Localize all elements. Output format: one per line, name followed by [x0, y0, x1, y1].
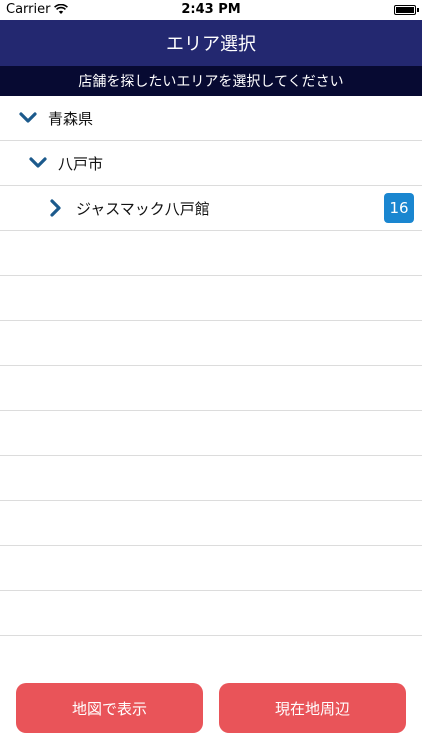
empty-row: [0, 456, 422, 501]
nav-bar: エリア選択: [0, 20, 422, 66]
empty-row: [0, 591, 422, 636]
tree-item-label: ジャスマック八戸館: [76, 199, 210, 218]
battery-icon: [394, 5, 419, 15]
empty-row: [0, 546, 422, 591]
empty-row: [0, 411, 422, 456]
area-tree-list: 青森県 八戸市 ジャスマック八戸館 16: [0, 96, 422, 636]
nearby-button[interactable]: 現在地周辺: [219, 683, 406, 733]
empty-row: [0, 501, 422, 546]
bottom-action-bar: 地図で表示 現在地周辺: [0, 683, 422, 733]
store-count-badge: 16: [384, 193, 414, 223]
tree-item-city[interactable]: 八戸市: [0, 141, 422, 186]
empty-row: [0, 231, 422, 276]
chevron-down-icon: [26, 157, 50, 169]
chevron-down-icon: [16, 112, 40, 124]
instruction-text: 店舗を探したいエリアを選択してください: [78, 74, 344, 90]
tree-item-prefecture[interactable]: 青森県: [0, 96, 422, 141]
instruction-banner: 店舗を探したいエリアを選択してください: [0, 66, 422, 96]
status-time: 2:43 PM: [181, 2, 241, 17]
tree-item-label: 八戸市: [58, 154, 104, 173]
status-bar: Carrier 2:43 PM: [0, 0, 422, 20]
tree-item-label: 青森県: [48, 109, 94, 128]
tree-item-store[interactable]: ジャスマック八戸館 16: [0, 186, 422, 231]
show-map-button[interactable]: 地図で表示: [16, 683, 203, 733]
empty-row: [0, 321, 422, 366]
chevron-right-icon: [44, 199, 68, 217]
empty-row: [0, 276, 422, 321]
page-title: エリア選択: [166, 34, 256, 55]
empty-row: [0, 366, 422, 411]
